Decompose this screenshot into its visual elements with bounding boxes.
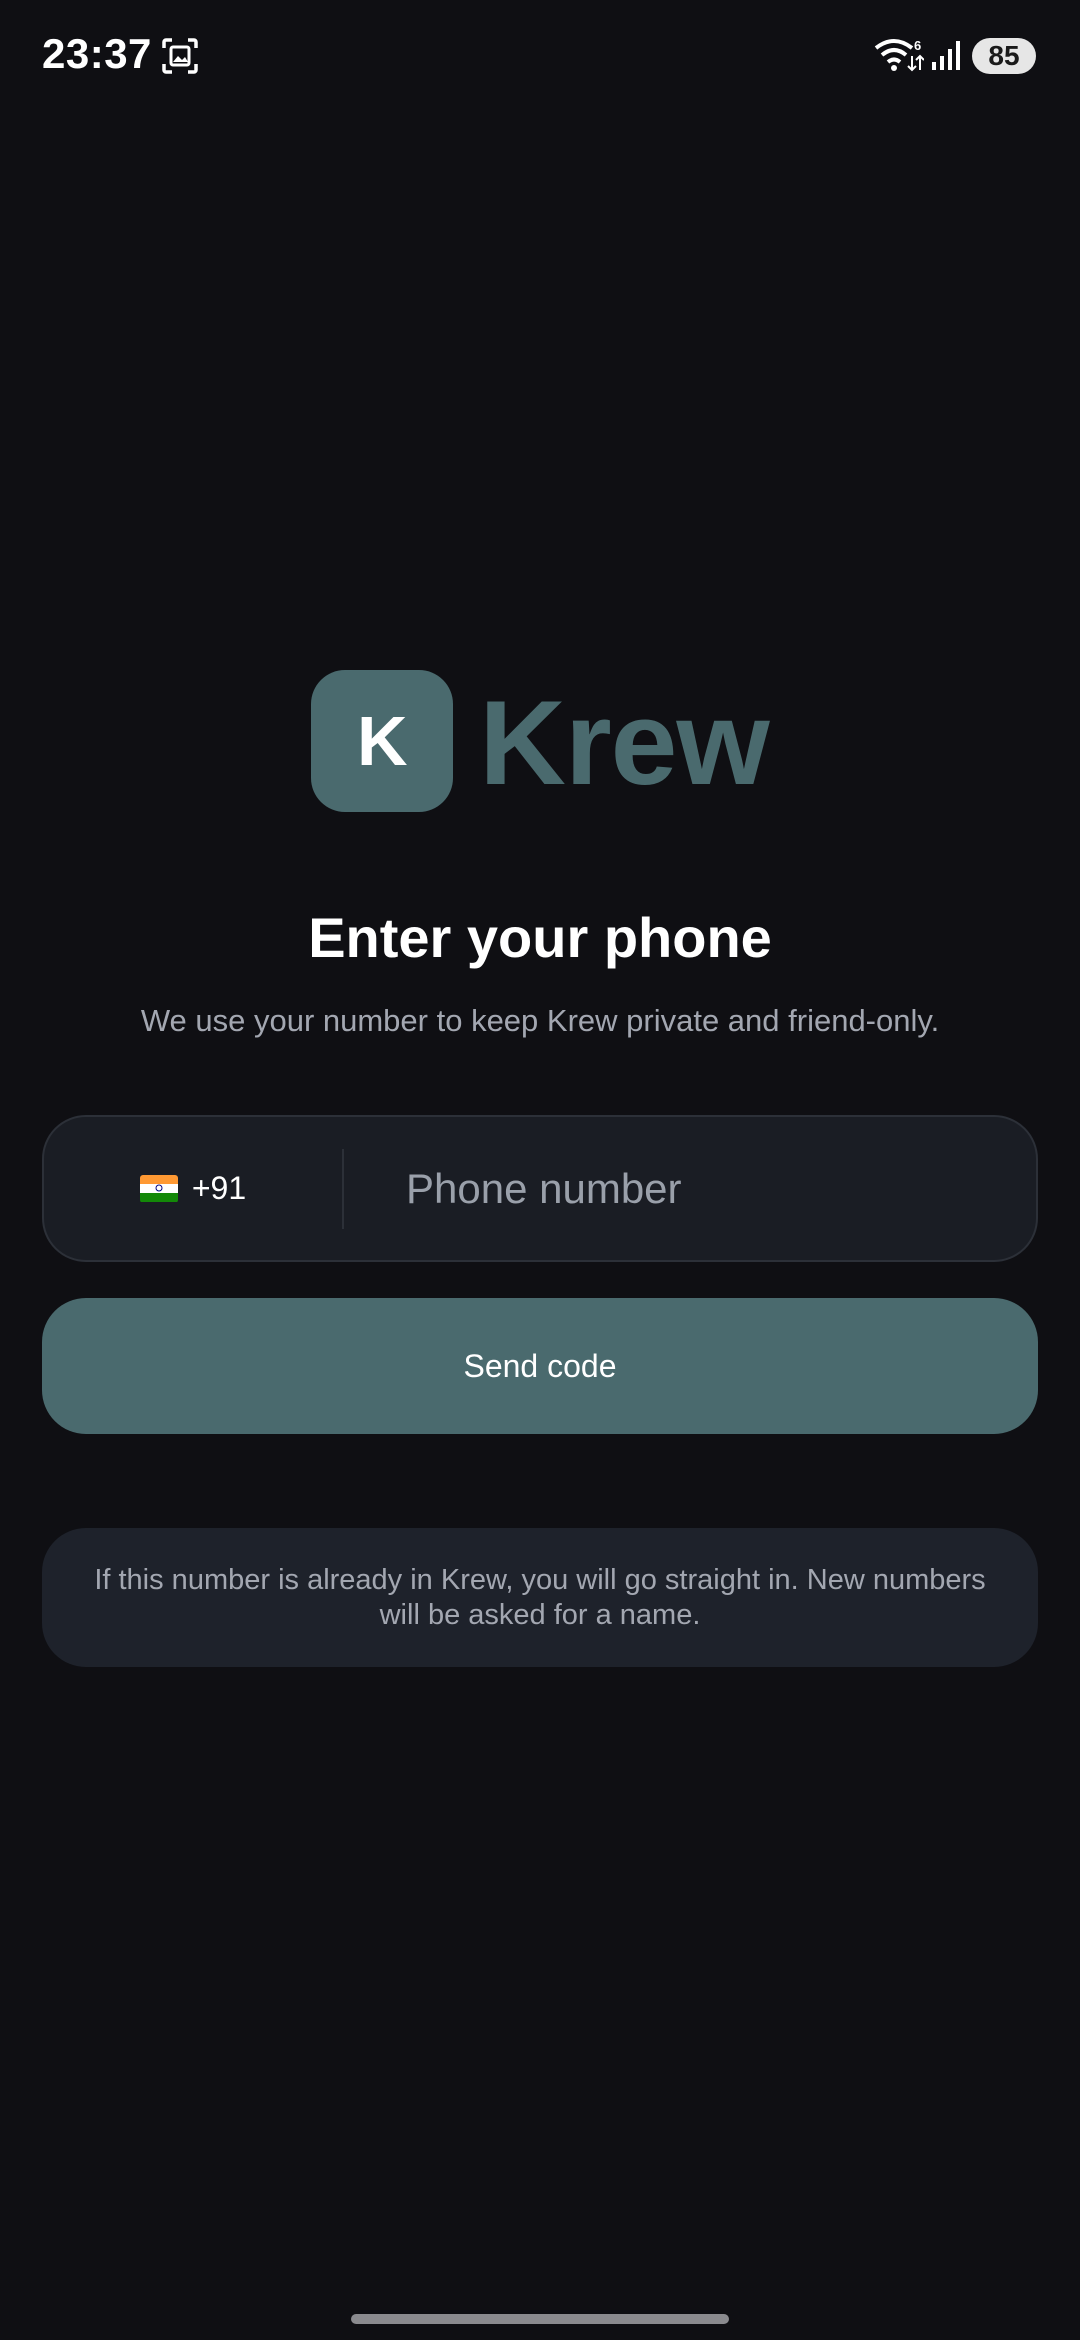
logo-wordmark: Krew (479, 676, 769, 810)
svg-text:6: 6 (914, 38, 921, 53)
page-title: Enter your phone (308, 906, 772, 969)
country-code-selector[interactable]: +91 (44, 1117, 342, 1260)
phone-number-input[interactable] (406, 1117, 1026, 1260)
battery-icon: 85 (972, 38, 1036, 74)
home-indicator[interactable] (351, 2314, 729, 2324)
logo-initial: K (357, 702, 408, 780)
status-bar: 23:37 6 85 (0, 0, 1080, 112)
info-card: If this number is already in Krew, you w… (42, 1528, 1038, 1667)
dial-code: +91 (191, 1170, 247, 1206)
app-logo: K Krew (0, 670, 1080, 812)
wifi-icon: 6 (874, 38, 924, 72)
page-subtitle: We use your number to keep Krew private … (140, 1003, 940, 1038)
field-divider (342, 1149, 344, 1229)
india-flag-icon (139, 1174, 178, 1203)
send-code-button[interactable]: Send code (42, 1298, 1038, 1434)
phone-field: +91 (42, 1115, 1038, 1262)
info-text: If this number is already in Krew, you w… (94, 1563, 986, 1631)
screenshot-icon (162, 38, 198, 74)
logo-tile: K (311, 670, 454, 812)
battery-level: 85 (988, 40, 1020, 71)
status-time: 23:37 (42, 30, 152, 77)
signal-icon (932, 41, 960, 70)
phone-login-screen: 23:37 6 85 K Krew Enter your phone We us… (0, 0, 1080, 2340)
